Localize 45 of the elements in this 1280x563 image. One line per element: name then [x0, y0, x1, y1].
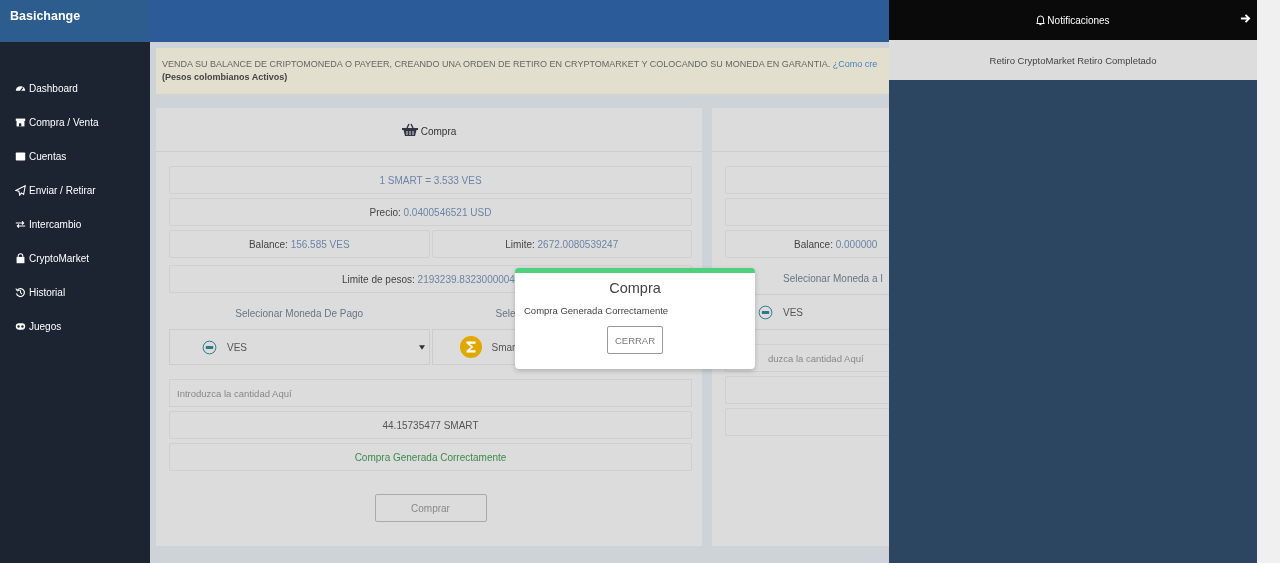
- caret-icon: [418, 344, 425, 350]
- dialog-title: Compra: [608, 279, 662, 296]
- history-icon: [15, 286, 26, 298]
- sidebar-item[interactable]: Enviar / Retirar: [0, 182, 96, 198]
- sidebar-item[interactable]: Juegos: [0, 318, 62, 334]
- paper-plane-icon: [15, 184, 26, 196]
- coin-icon: [758, 304, 773, 320]
- notice-note: (Pesos colombianos Activos): [162, 71, 289, 84]
- sidebar-item[interactable]: Intercambio: [0, 216, 82, 232]
- info-text: Limite: 2672.0080539247: [505, 238, 619, 250]
- sidebar-item[interactable]: Historial: [0, 284, 66, 300]
- info-text: Balance: 156.585 VES: [248, 238, 350, 250]
- sigma-coin-icon: [459, 336, 482, 358]
- exchange-icon: [15, 218, 26, 230]
- rate-text: 1 SMART = 3.533 VES: [379, 174, 482, 186]
- select-label: Selecionar Moneda a I: [783, 273, 884, 284]
- notification-item[interactable]: Retiro CryptoMarket Retiro Completado: [889, 40, 1257, 80]
- sidebar-item[interactable]: CryptoMarket: [0, 250, 89, 266]
- currency-select[interactable]: VES: [169, 329, 430, 365]
- coin-icon: [202, 339, 217, 355]
- info-text: Limite de pesos: 2193239.8323000004: [342, 273, 515, 285]
- sidebar-item[interactable]: Cuentas: [0, 148, 67, 164]
- select-label: Sele: [495, 308, 516, 319]
- bell-icon: [1036, 14, 1046, 26]
- amount-field[interactable]: Introduzca la cantidad Aquí: [169, 379, 692, 407]
- arrow-right-icon: [1240, 13, 1251, 24]
- close-button[interactable]: CERRAR: [607, 326, 663, 354]
- info-text: Balance: 0.000000: [794, 238, 878, 250]
- info-text: Precio: 0.0400546521 USD: [369, 206, 492, 218]
- close-panel-button[interactable]: [1240, 13, 1251, 24]
- scrollbar[interactable]: [1257, 0, 1280, 563]
- store-icon: [15, 116, 26, 128]
- brand-logo[interactable]: Basichange: [0, 0, 150, 42]
- panel-title: Notificaciones: [1047, 14, 1110, 26]
- gamepad-icon: [15, 320, 26, 332]
- basket-icon: [401, 122, 418, 137]
- card-icon: [15, 150, 26, 162]
- bag-icon: [15, 252, 26, 264]
- sidebar-item[interactable]: Dashboard: [0, 80, 78, 96]
- select-label: Selecionar Moneda De Pago: [235, 308, 364, 319]
- status-text: Compra Generada Correctamente: [354, 451, 507, 463]
- dialog-message: Compra Generada Correctamente: [523, 304, 670, 316]
- result-text: 44.15735477 SMART: [382, 419, 479, 431]
- card-title: Compra: [420, 124, 457, 137]
- sidebar-item[interactable]: Compra / Venta: [0, 114, 99, 130]
